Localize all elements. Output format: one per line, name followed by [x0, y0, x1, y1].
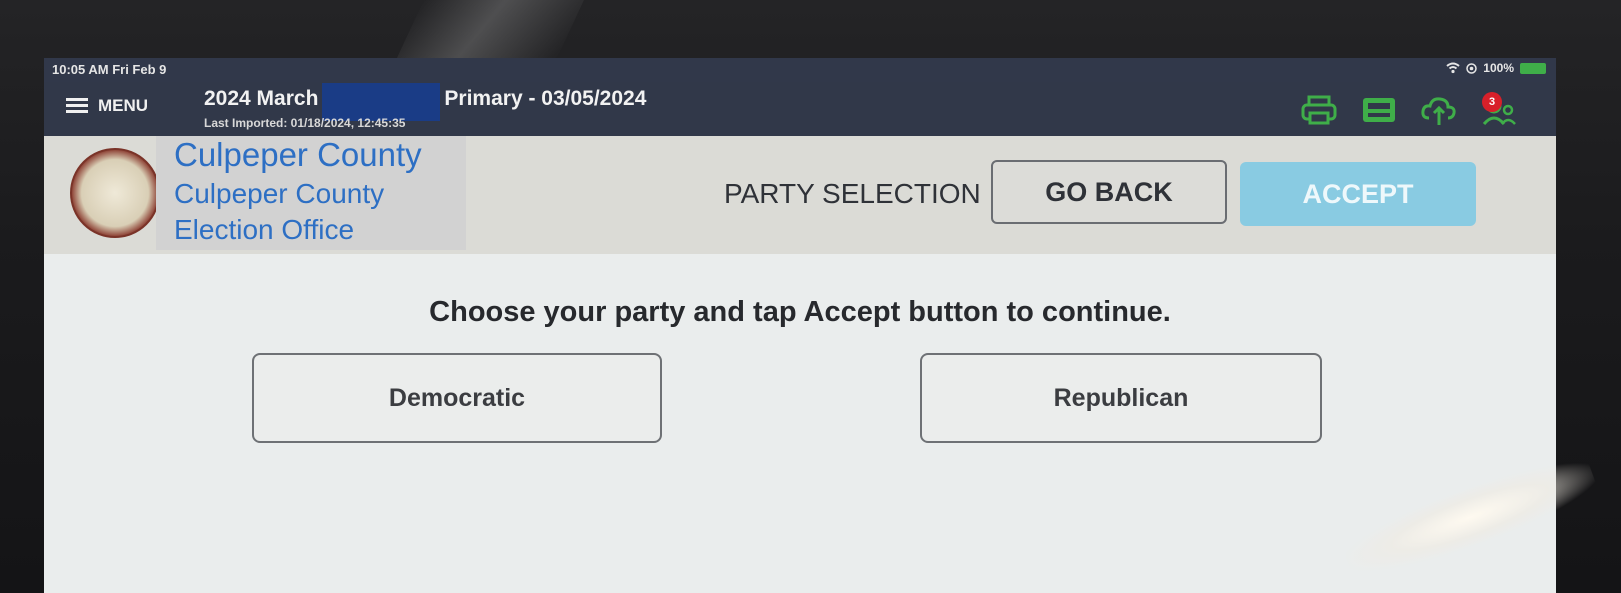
- menu-button[interactable]: MENU: [66, 96, 148, 116]
- battery-icon: [1520, 62, 1546, 74]
- democratic-party-button[interactable]: Democratic: [252, 353, 662, 443]
- republican-party-button[interactable]: Republican: [920, 353, 1322, 443]
- light-glare: [396, 0, 584, 60]
- notification-badge: 3: [1482, 92, 1502, 112]
- instruction-text: Choose your party and tap Accept button …: [429, 296, 1171, 328]
- location-icon: [1466, 62, 1478, 74]
- wifi-icon: [1446, 62, 1460, 74]
- users-icon[interactable]: 3: [1480, 92, 1518, 126]
- county-info: Culpeper County Culpeper County Election…: [156, 136, 466, 250]
- status-icons: 100%: [1446, 61, 1546, 75]
- cloud-sync-icon[interactable]: [1420, 94, 1458, 126]
- accept-button[interactable]: ACCEPT: [1240, 162, 1476, 226]
- tablet-screen: 10:05 AM Fri Feb 9 100% MENU 2024 March P…: [44, 58, 1556, 593]
- status-bar: 10:05 AM Fri Feb 9 100%: [44, 58, 1556, 82]
- header-row: Culpeper County Culpeper County Election…: [44, 136, 1556, 254]
- county-seal-logo: [70, 148, 160, 238]
- status-time: 10:05 AM Fri Feb 9: [52, 62, 167, 77]
- hamburger-icon: [66, 98, 88, 114]
- election-title-prefix: 2024 March: [204, 87, 319, 110]
- app-bar: MENU 2024 March Primary - 03/05/2024 Last…: [44, 82, 1556, 136]
- menu-label: MENU: [98, 96, 149, 115]
- scanner-icon[interactable]: [1360, 94, 1398, 126]
- last-imported-text: Last Imported: 01/18/2024, 12:45:35: [204, 116, 406, 130]
- election-title-suffix: Primary - 03/05/2024: [444, 87, 647, 110]
- office-line-2: Election Office: [174, 214, 355, 245]
- battery-percent: 100%: [1483, 61, 1514, 75]
- toolbar-icons: 3: [1300, 92, 1518, 126]
- county-name: Culpeper County: [174, 136, 422, 173]
- office-line-1: Culpeper County: [174, 178, 385, 209]
- printer-icon[interactable]: [1300, 94, 1338, 126]
- page-title: PARTY SELECTION: [724, 178, 981, 209]
- go-back-button[interactable]: GO BACK: [991, 160, 1227, 224]
